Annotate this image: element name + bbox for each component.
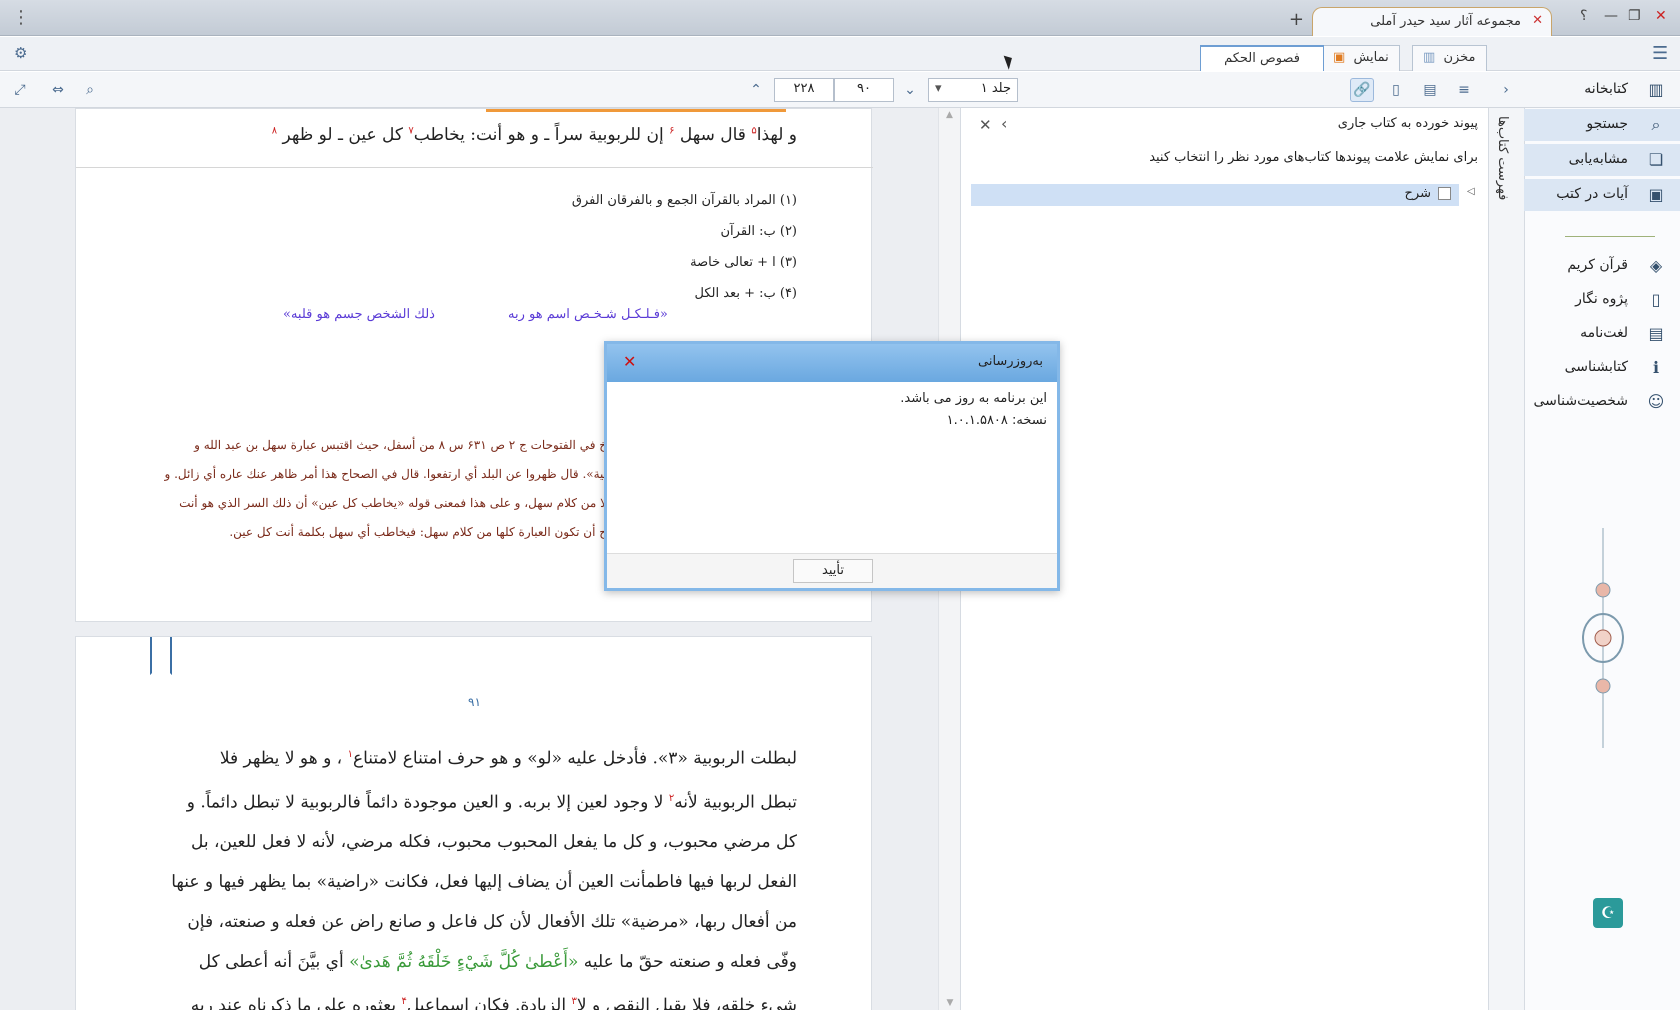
sidebar-item-person[interactable]: ☺ شخصیت‌شناسی bbox=[1524, 386, 1680, 418]
dialog-footer: تأیید bbox=[607, 553, 1057, 588]
sidebar: ▥ کتابخانه ⌕ جستجو ❏ مشابه‌یابی ▣ آیات د… bbox=[1524, 80, 1680, 1010]
add-tab-button[interactable]: + bbox=[1289, 9, 1304, 30]
menu-dots-icon[interactable]: ⋮ bbox=[12, 7, 30, 28]
diagram-text: «فـلـكـل شـخـص اسم هو ربه bbox=[508, 307, 668, 322]
help-button[interactable]: ؟ bbox=[1580, 8, 1587, 24]
chevron-left-icon[interactable]: ‹ bbox=[1001, 114, 1007, 133]
ok-button[interactable]: تأیید bbox=[793, 559, 873, 583]
restore-icon[interactable]: ❐ bbox=[1628, 8, 1641, 24]
title-bar: ⋮ + مجموعه آثار سید حیدر آملی ✕ ؟ — ❐ ✕ bbox=[0, 0, 1680, 36]
collapse-chevron-icon[interactable]: › bbox=[1494, 78, 1518, 102]
footnote: (۱) المراد بالقرآن الجمع و بالفرقان الفر… bbox=[571, 193, 797, 208]
sidebar-item-verses[interactable]: ▣ آیات در کتب bbox=[1524, 179, 1680, 211]
dropdown-arrow-icon: ▾ bbox=[935, 81, 942, 96]
verses-icon: ▣ bbox=[1648, 185, 1664, 204]
volume-select[interactable]: جلد ۱ ▾ bbox=[928, 78, 1018, 102]
text-line: و لهذا۵ قال سهل ۶ إن للربوبية سراً ـ و ه… bbox=[271, 125, 797, 145]
book-list-tab[interactable]: فهرست کتاب‌ها bbox=[1488, 108, 1524, 1010]
dialog-version: نسخه: ۱.۰.۱.۵۸۰۸ bbox=[946, 413, 1047, 428]
tree-item[interactable]: شرح bbox=[971, 184, 1459, 206]
library-icon: ▥ bbox=[1648, 80, 1664, 99]
book-page: ۹۱ لبطلت الربوبية «۳». فأدخل عليه «لو» و… bbox=[75, 636, 872, 1010]
footnotes: (۱) المراد بالقرآن الجمع و بالفرقان الفر… bbox=[572, 185, 797, 309]
quran-icon: ◈ bbox=[1649, 256, 1663, 275]
ornament-icon bbox=[1582, 528, 1624, 748]
book-list-tab-label: فهرست کتاب‌ها bbox=[1495, 116, 1510, 201]
sidebar-item-dictionary[interactable]: ▤ لغت‌نامه bbox=[1524, 318, 1680, 350]
tree-expand-icon[interactable]: ◁ bbox=[1467, 186, 1475, 197]
tab-display[interactable]: نمایش ▣ bbox=[1322, 45, 1400, 71]
sidebar-item-similar[interactable]: ❏ مشابه‌یابی bbox=[1524, 144, 1680, 176]
tab-repository-label: مخزن bbox=[1443, 50, 1476, 65]
tree-item-label: شرح bbox=[1404, 186, 1431, 201]
page-body: لبطلت الربوبية «۳». فأدخل عليه «لو» و هو… bbox=[171, 748, 797, 1010]
footnote: (۴) ب: + بعد الكل bbox=[694, 286, 798, 301]
close-icon[interactable]: ✕ bbox=[623, 352, 636, 371]
similar-icon: ❏ bbox=[1648, 150, 1664, 169]
person-icon: ☺ bbox=[1647, 392, 1665, 411]
links-hint: برای نمایش علامت پیوندها کتاب‌های مورد ن… bbox=[1149, 150, 1478, 165]
minimize-icon[interactable]: — bbox=[1604, 8, 1618, 24]
window-close-icon[interactable]: ✕ bbox=[1655, 8, 1667, 24]
commentary-block: خ في الفتوحات ج ۲ ص ۶۳۱ س ۸ من أسفل، حيث… bbox=[164, 438, 608, 539]
expand-icon[interactable]: ⤢ bbox=[8, 78, 32, 102]
footnote: (۳) ا + تعالى خاصة bbox=[690, 255, 797, 270]
sidebar-item-bibliography[interactable]: ℹ کتابشناسی bbox=[1524, 352, 1680, 384]
links-title: پیوند خورده به کتاب جاری bbox=[1337, 116, 1478, 131]
sidebar-item-library[interactable]: ▥ کتابخانه bbox=[1524, 74, 1680, 106]
book-tab[interactable]: مجموعه آثار سید حیدر آملی ✕ bbox=[1312, 7, 1552, 36]
tab-repository[interactable]: مخزن ▥ bbox=[1412, 45, 1487, 71]
scroll-up-icon[interactable]: ▲ bbox=[939, 110, 960, 120]
sidebar-item-notebook[interactable]: ▯ پژوه نگار bbox=[1524, 284, 1680, 316]
search-icon[interactable]: ⌕ bbox=[78, 78, 102, 102]
link-icon[interactable]: 🔗 bbox=[1350, 78, 1374, 102]
diagram-text: ذلك الشخص جسم هو قلبه» bbox=[283, 307, 435, 322]
hamburger-icon[interactable]: ☰ bbox=[1652, 43, 1668, 64]
close-icon[interactable]: ✕ bbox=[979, 116, 992, 134]
list-icon[interactable]: ≡ bbox=[1452, 78, 1476, 102]
sidebar-item-search[interactable]: ⌕ جستجو bbox=[1524, 109, 1680, 141]
volume-select-value: جلد ۱ bbox=[980, 81, 1011, 96]
notebook-icon: ▯ bbox=[1651, 290, 1661, 309]
display-icon: ▣ bbox=[1333, 50, 1346, 65]
tree-item-checkbox[interactable] bbox=[1438, 187, 1451, 200]
scroll-down-icon[interactable]: ▼ bbox=[939, 998, 961, 1008]
book-panel-icon[interactable]: ▤ bbox=[1418, 78, 1442, 102]
bookmark-icon[interactable] bbox=[150, 637, 172, 675]
dialog-body: این برنامه به روز می باشد. نسخه: ۱.۰.۱.۵… bbox=[607, 382, 1057, 553]
chevron-up-icon[interactable]: ⌃ bbox=[744, 78, 768, 102]
main-toolbar: ⚙ مخزن ▥ نمایش ▣ فصوص الحکم ☰ bbox=[0, 37, 1680, 71]
bookmark-panel-icon[interactable]: ▯ bbox=[1384, 78, 1408, 102]
footnote: (۲) ب: القرآن bbox=[720, 224, 798, 239]
ornament-divider bbox=[1565, 236, 1655, 237]
page-number: ۹۱ bbox=[468, 695, 481, 709]
compare-icon[interactable]: ⇔ bbox=[46, 78, 70, 102]
book-tab-title: مجموعه آثار سید حیدر آملی bbox=[1370, 14, 1521, 29]
sidebar-item-quran[interactable]: ◈ قرآن کریم bbox=[1524, 250, 1680, 282]
tab-book-fusus-label: فصوص الحکم bbox=[1224, 51, 1300, 66]
page-marker bbox=[486, 109, 786, 112]
repository-icon: ▥ bbox=[1423, 50, 1436, 65]
chevron-down-icon[interactable]: ⌄ bbox=[898, 78, 922, 102]
close-icon[interactable]: ✕ bbox=[1532, 13, 1543, 28]
navigation-toolbar: ⤢ ⇔ ⌕ ⌃ ۲۲۸ ۹۰ ⌄ جلد ۱ ▾ 🔗 ▯ ▤ ≡ › bbox=[0, 72, 1680, 108]
search-icon: ⌕ bbox=[1651, 115, 1661, 134]
tab-display-label: نمایش bbox=[1353, 50, 1389, 65]
page-total-field: ۲۲۸ bbox=[774, 78, 834, 102]
dictionary-icon: ▤ bbox=[1648, 324, 1664, 343]
footnote-divider bbox=[76, 167, 873, 168]
dialog-message: این برنامه به روز می باشد. bbox=[900, 391, 1047, 406]
logo-icon: ☪ bbox=[1593, 898, 1623, 928]
page-number-input[interactable]: ۹۰ bbox=[834, 78, 894, 102]
update-dialog: به‌روزرسانی ✕ این برنامه به روز می باشد.… bbox=[604, 341, 1060, 591]
tab-book-fusus[interactable]: فصوص الحکم bbox=[1200, 45, 1324, 71]
dialog-titlebar: به‌روزرسانی ✕ bbox=[607, 344, 1057, 382]
gear-icon[interactable]: ⚙ bbox=[14, 44, 27, 62]
bibliography-icon: ℹ bbox=[1652, 358, 1660, 377]
dialog-title: به‌روزرسانی bbox=[977, 354, 1043, 369]
